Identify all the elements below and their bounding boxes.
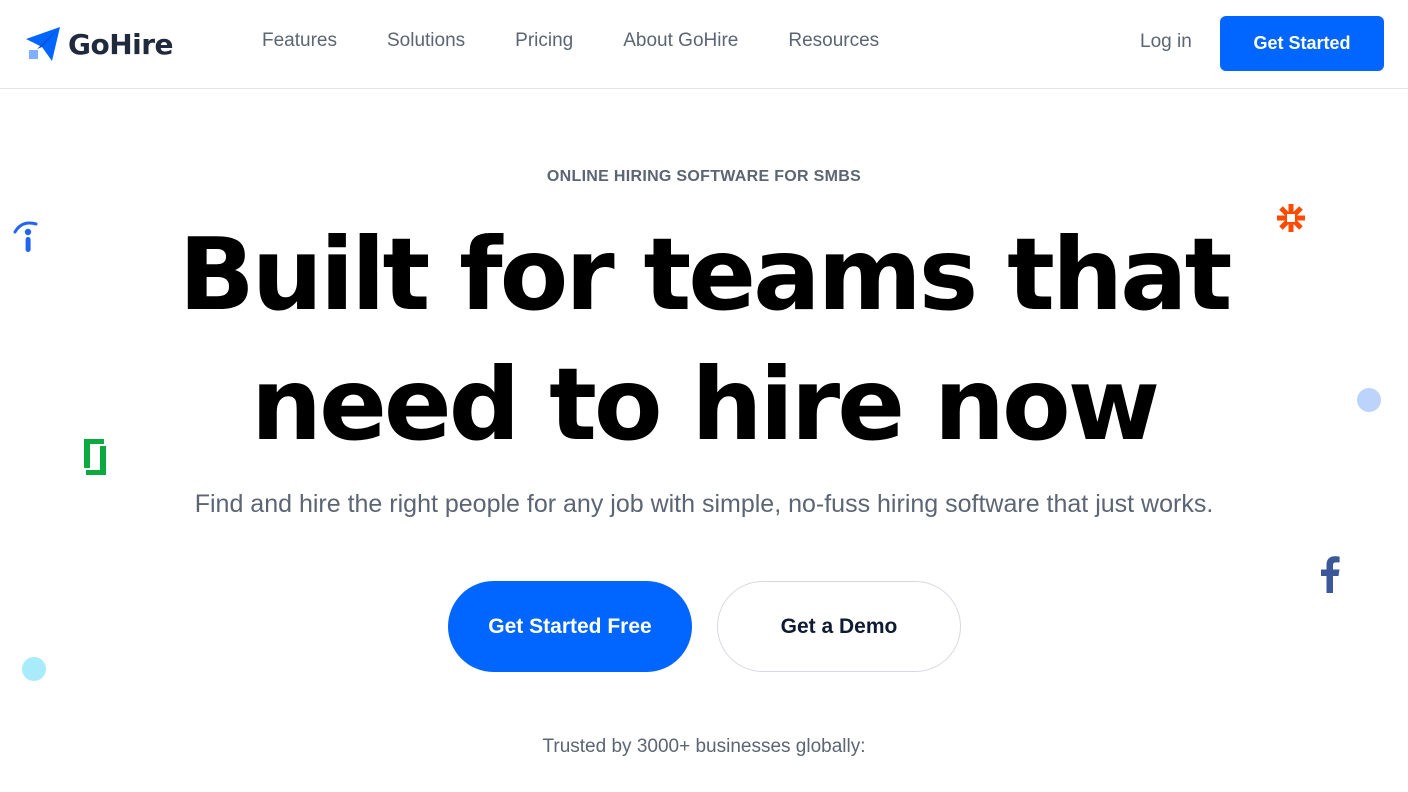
headline-line-2: need to hire now (250, 346, 1160, 463)
get-started-button[interactable]: Get Started (1220, 16, 1384, 71)
nav-item-features[interactable]: Features (262, 30, 337, 52)
gohire-logo[interactable]: GoHire (24, 24, 174, 64)
zapier-icon (1277, 204, 1305, 232)
hero-subhead: Find and hire the right people for any j… (194, 490, 1214, 518)
logo-text: GoHire (68, 27, 174, 61)
site-header: GoHire Features Solutions Pricing About … (0, 0, 1408, 89)
indeed-icon (13, 221, 38, 252)
main-nav: Features Solutions Pricing About GoHire … (262, 30, 929, 52)
paper-plane-logo-icon (26, 27, 60, 61)
hero-headline: Built for teams that need to hire now (0, 210, 1408, 470)
nav-item-resources[interactable]: Resources (788, 30, 879, 52)
get-a-demo-button[interactable]: Get a Demo (717, 581, 961, 672)
facebook-icon (1321, 556, 1340, 593)
decorative-dot (22, 657, 46, 681)
headline-line-1: Built for teams that (178, 216, 1233, 333)
trusted-by-text: Trusted by 3000+ businesses globally: (542, 736, 866, 757)
nav-item-solutions[interactable]: Solutions (387, 30, 465, 52)
login-link[interactable]: Log in (1140, 31, 1192, 53)
decorative-dot (1357, 388, 1381, 412)
nav-item-pricing[interactable]: Pricing (515, 30, 573, 52)
hero-eyebrow: ONLINE HIRING SOFTWARE FOR SMBS (546, 168, 862, 185)
get-started-free-button[interactable]: Get Started Free (448, 581, 692, 672)
nav-item-about[interactable]: About GoHire (623, 30, 738, 52)
glassdoor-icon (84, 439, 106, 475)
